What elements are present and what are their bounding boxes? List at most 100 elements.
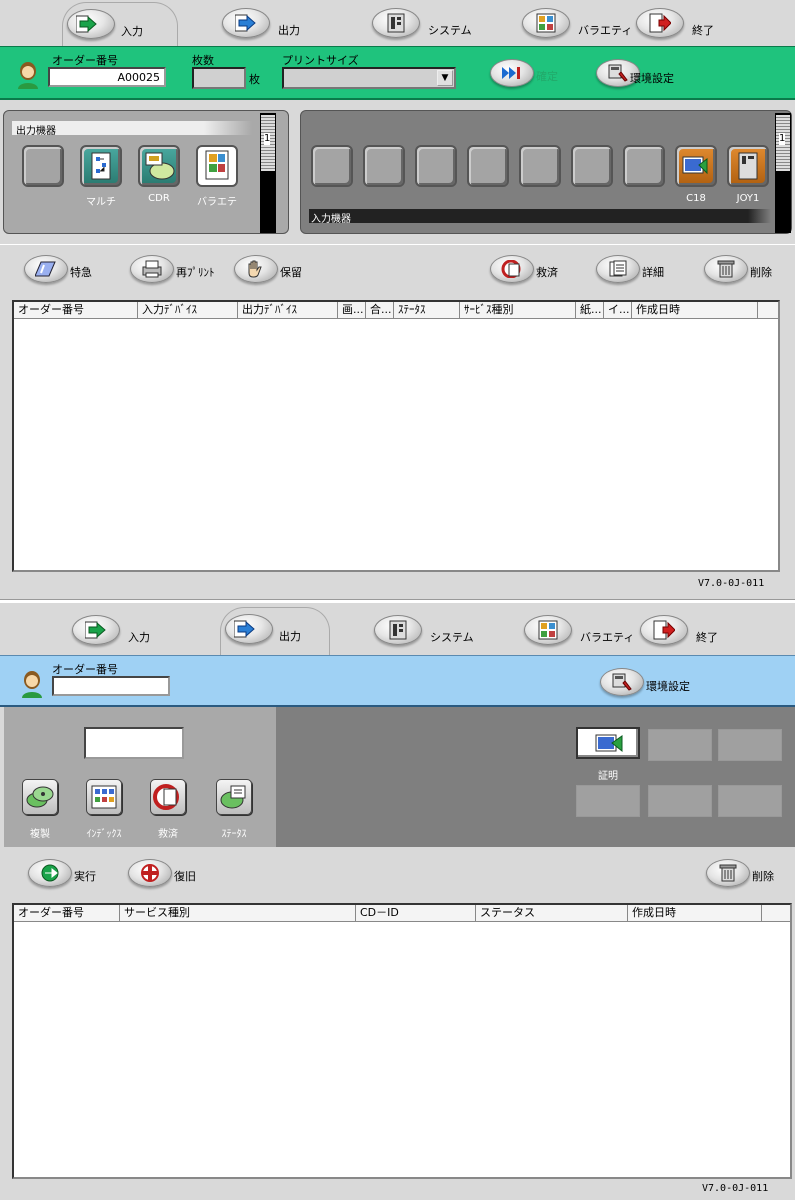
input-device-c18[interactable]	[675, 145, 717, 187]
chevron-down-icon[interactable]: ▼	[437, 70, 453, 86]
input-device-slot-6[interactable]	[571, 145, 613, 187]
col-paper[interactable]: 紙...	[576, 302, 604, 318]
tab-output[interactable]: 出力	[222, 2, 322, 46]
delete-button[interactable]: 削除	[704, 255, 784, 285]
media-slot-5[interactable]	[648, 785, 712, 817]
index-button[interactable]	[86, 779, 122, 815]
col-image[interactable]: 画...	[338, 302, 366, 318]
status-service-button[interactable]	[216, 779, 252, 815]
output-device-cdr[interactable]	[138, 145, 180, 187]
input-device-slot-4[interactable]	[467, 145, 509, 187]
input-arrow-icon	[85, 621, 106, 639]
tab-input-2[interactable]: 入力	[72, 609, 172, 653]
delete-button-2[interactable]: 削除	[706, 859, 786, 889]
print-size-select[interactable]: ▼	[282, 67, 456, 89]
input-devices-panel: C18 JOY1 入力機器 1	[300, 110, 792, 234]
reprint-button[interactable]: 再ﾌﾟﾘﾝﾄ	[130, 255, 230, 285]
input-device-c18-label: C18	[686, 193, 706, 204]
tab-system[interactable]: システム	[372, 2, 482, 46]
cdr-icon	[145, 152, 175, 180]
execute-button[interactable]: 実行	[28, 859, 118, 889]
order-number-label: オーダー番号	[52, 54, 118, 67]
order-table-header: オーダー番号 入力ﾃﾞﾊﾞｲｽ 出力ﾃﾞﾊﾞｲｽ 画... 合... ｽﾃｰﾀｽ…	[14, 302, 778, 319]
detail-icon	[609, 260, 627, 277]
input-device-slot-2[interactable]	[363, 145, 405, 187]
col-status-2[interactable]: ステータス	[476, 905, 628, 921]
status-disc-icon	[220, 785, 246, 809]
tab-variety-2[interactable]: バラエティ	[524, 609, 644, 653]
confirm-button-label: 確定	[536, 70, 558, 83]
env-settings-label: 環境設定	[630, 72, 674, 85]
col-i[interactable]: イ...	[604, 302, 632, 318]
output-scroll-thumb[interactable]: 1	[261, 115, 275, 171]
operator-avatar-icon	[22, 671, 42, 698]
tab-exit-2[interactable]: 終了	[640, 609, 730, 653]
id-photo-button[interactable]	[576, 727, 640, 759]
input-device-slot-7[interactable]	[623, 145, 665, 187]
recover-icon	[141, 864, 159, 882]
output-device-cdr-label: CDR	[148, 193, 170, 204]
version-label-2: V7.0-0J-011	[702, 1183, 769, 1194]
action-toolbar-2: 実行 復旧 削除	[0, 849, 795, 899]
col-merge[interactable]: 合...	[366, 302, 394, 318]
execute-arrow-icon	[41, 864, 59, 882]
col-service-type-2[interactable]: サービス種別	[120, 905, 356, 921]
sheets-field[interactable]	[192, 67, 246, 89]
col-status[interactable]: ｽﾃｰﾀｽ	[394, 302, 460, 318]
tab-variety-2-label: バラエティ	[580, 631, 635, 644]
hold-button[interactable]: 保留	[234, 255, 324, 285]
media-slot-2[interactable]	[648, 729, 712, 761]
recover-button[interactable]: 復旧	[128, 859, 218, 889]
col-service-type[interactable]: ｻｰﾋﾞｽ種別	[460, 302, 576, 318]
tab-output-2[interactable]: 出力	[220, 607, 330, 655]
rescue-button[interactable]: 救済	[490, 255, 580, 285]
order-number-field[interactable]: A00025	[48, 67, 166, 87]
input-scroll-thumb[interactable]: 1	[776, 115, 790, 171]
tab-input[interactable]: 入力	[62, 2, 178, 46]
device-area: 出力機器 マルチ CDR バラエテ 1 C18 JOY1 入力機器 1	[0, 102, 795, 242]
input-device-slot-3[interactable]	[415, 145, 457, 187]
system-icon	[389, 620, 407, 640]
tab-exit[interactable]: 終了	[636, 2, 726, 46]
col-order-number-2[interactable]: オーダー番号	[14, 905, 120, 921]
service-table[interactable]: オーダー番号 サービス種別 CD－ID ステータス 作成日時	[12, 903, 792, 1179]
col-created[interactable]: 作成日時	[632, 302, 758, 318]
input-device-slot-5[interactable]	[519, 145, 561, 187]
tab-output-2-label: 出力	[279, 630, 301, 643]
service-input-field[interactable]	[84, 727, 184, 759]
media-slot-6[interactable]	[718, 785, 782, 817]
col-created-2[interactable]: 作成日時	[628, 905, 762, 921]
express-button[interactable]: 特急	[24, 255, 114, 285]
col-input-device[interactable]: 入力ﾃﾞﾊﾞｲｽ	[138, 302, 238, 318]
rescue-service-label: 救済	[158, 829, 178, 840]
input-device-joy1[interactable]	[727, 145, 769, 187]
output-device-blank[interactable]	[22, 145, 64, 187]
tab-variety[interactable]: バラエティ	[522, 2, 642, 46]
output-devices-scrollbar[interactable]: 1	[260, 113, 276, 233]
reprint-icon	[142, 260, 162, 278]
rescue-service-button[interactable]	[150, 779, 186, 815]
col-output-device[interactable]: 出力ﾃﾞﾊﾞｲｽ	[238, 302, 338, 318]
tab-system-2[interactable]: システム	[374, 609, 484, 653]
order-table[interactable]: オーダー番号 入力ﾃﾞﾊﾞｲｽ 出力ﾃﾞﾊﾞｲｽ 画... 合... ｽﾃｰﾀｽ…	[12, 300, 780, 572]
input-devices-scrollbar[interactable]: 1	[775, 113, 791, 233]
detail-button[interactable]: 詳細	[596, 255, 686, 285]
exit-icon	[653, 620, 675, 640]
media-slot-3[interactable]	[718, 729, 782, 761]
input-device-slot-1[interactable]	[311, 145, 353, 187]
col-order-number[interactable]: オーダー番号	[14, 302, 138, 318]
col-cd-id[interactable]: CD－ID	[356, 905, 476, 921]
env-settings-button[interactable]: 環境設定	[596, 59, 696, 89]
settings-wrench-icon	[612, 673, 632, 691]
hold-label: 保留	[280, 266, 302, 279]
input-device-joy1-label: JOY1	[736, 193, 760, 204]
media-slot-4[interactable]	[576, 785, 640, 817]
env-settings-button-2[interactable]: 環境設定	[600, 668, 700, 698]
output-device-variety[interactable]	[196, 145, 238, 187]
output-device-multi[interactable]	[80, 145, 122, 187]
rescue-label: 救済	[536, 266, 558, 279]
tab-variety-label: バラエティ	[578, 24, 633, 37]
copy-button[interactable]	[22, 779, 58, 815]
confirm-button[interactable]: 確定	[490, 59, 580, 89]
order-number-field-2[interactable]	[52, 676, 170, 696]
